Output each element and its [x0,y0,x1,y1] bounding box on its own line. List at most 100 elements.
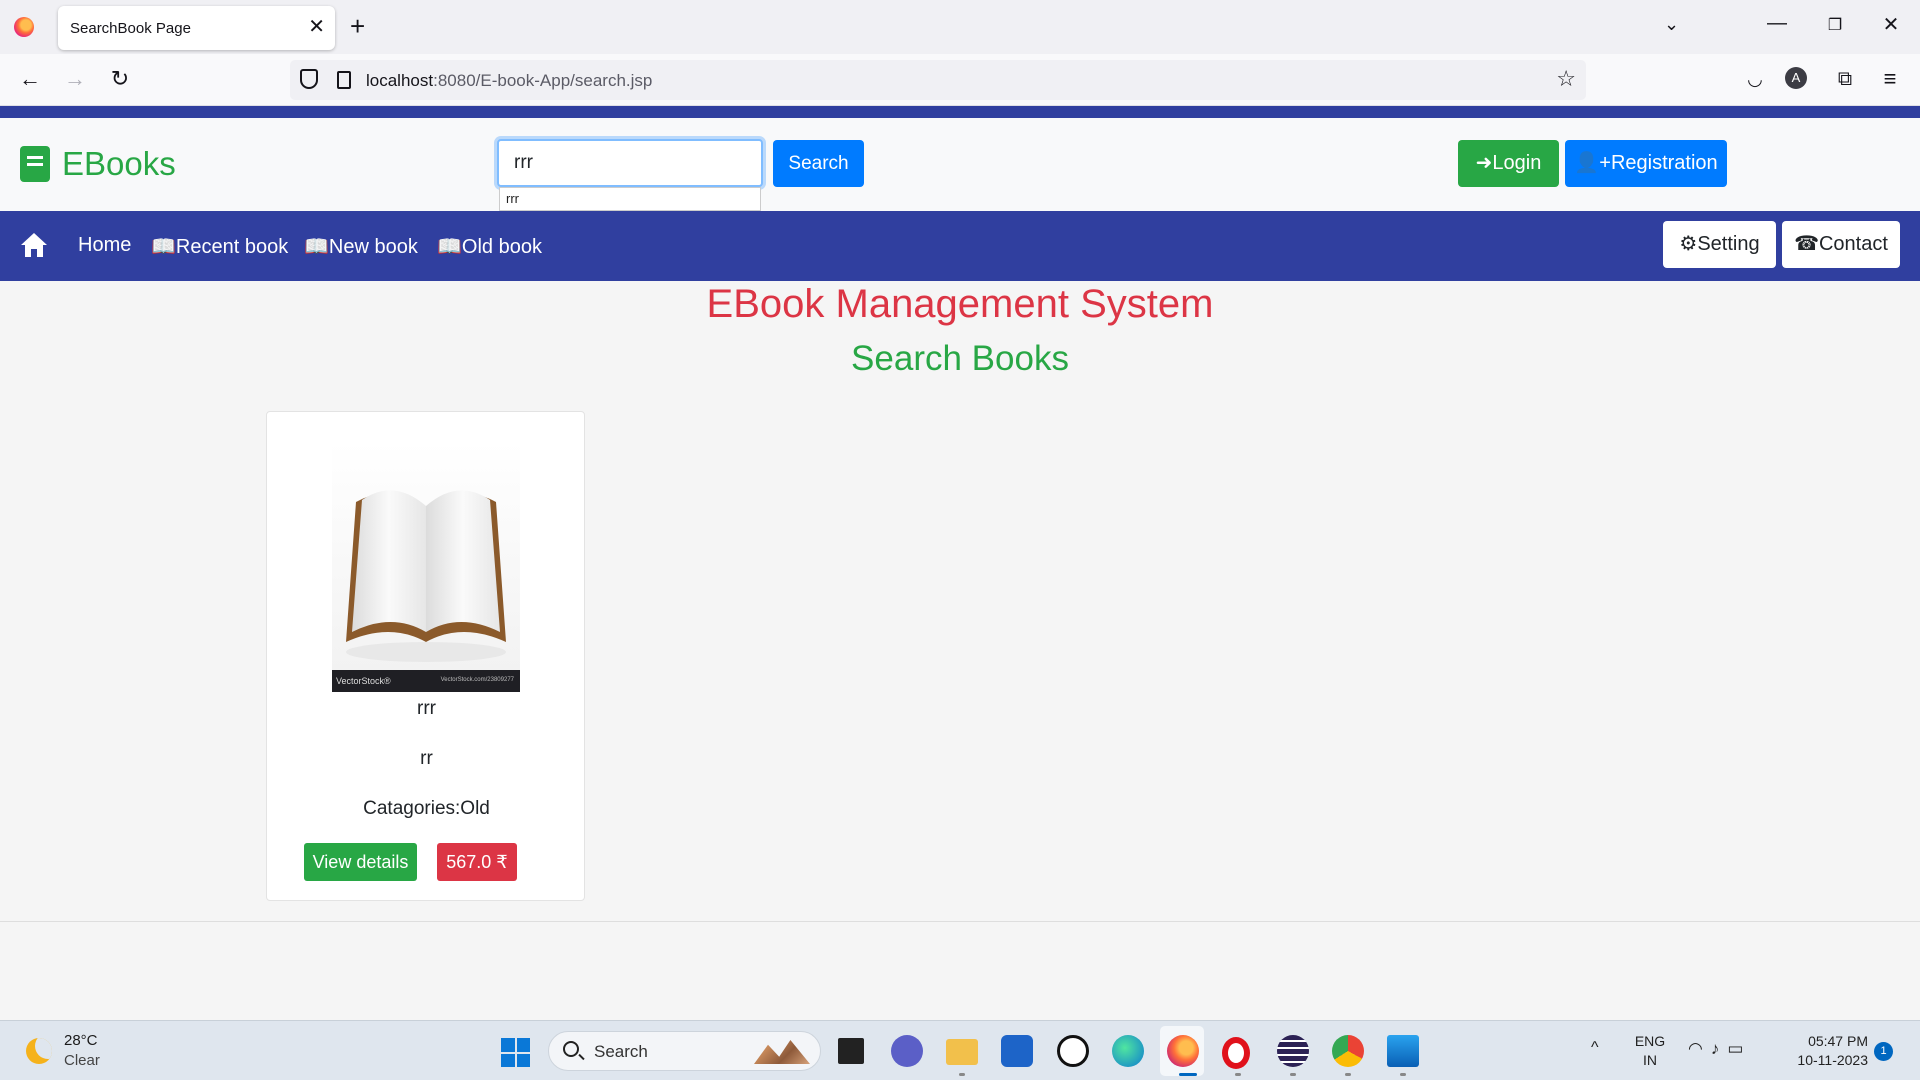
app-active-indicator [1179,1073,1197,1076]
url-text[interactable]: localhost:8080/E-book-App/search.jsp [366,71,652,91]
top-color-strip [0,106,1920,118]
view-details-button[interactable]: View details [304,843,417,881]
contact-button[interactable]: ☎Contact [1782,221,1900,268]
bookmark-star-icon[interactable]: ☆ [1556,66,1576,92]
tracking-shield-icon[interactable] [300,69,318,89]
wifi-icon: ◠ [1688,1039,1711,1058]
notification-badge[interactable]: 1 [1874,1042,1893,1061]
search-button[interactable]: Search [773,140,864,187]
browser-toolbar: ← → ↻ localhost:8080/E-book-App/search.j… [0,54,1920,106]
registration-button[interactable]: 👤+Registration [1565,140,1727,187]
extensions-icon[interactable]: ⧉ [1830,66,1860,92]
browser-tab-strip: SearchBook Page ✕ + ⌄ — ❐ ✕ [0,0,1920,54]
nav-home[interactable]: Home [78,234,131,257]
cover-watermark-band: VectorStock® VectorStock.com/23809277 [332,670,520,692]
book-category: Catagories:Old [363,798,490,819]
account-avatar-icon[interactable]: A [1785,67,1807,89]
browser-tab[interactable]: SearchBook Page ✕ [58,6,335,50]
open-book-icon: 📖 [437,236,462,258]
open-book-icon: 📖 [151,236,176,258]
phone-square-icon: ☎ [1794,233,1819,255]
minimize-icon[interactable]: — [1762,12,1792,35]
tab-list-chevron-icon[interactable]: ⌄ [1664,14,1679,35]
book-icon [20,146,50,182]
dell-icon[interactable] [1057,1035,1089,1067]
language-indicator[interactable]: ENG IN [1633,1032,1667,1070]
opera-icon[interactable] [1222,1037,1250,1069]
registration-label: Registration [1610,152,1718,174]
nav-recent-book[interactable]: 📖Recent book [151,234,288,259]
book-name: rrr [417,698,436,719]
restore-icon[interactable]: ❐ [1820,15,1850,35]
nav-new-book[interactable]: 📖New book [304,234,418,259]
page-content: EBooks rrr rrr Search ➜Login 👤+Registrat… [0,106,1920,1020]
forward-icon[interactable]: → [60,66,90,92]
chat-icon[interactable] [891,1035,923,1067]
search-icon [563,1041,579,1057]
book-author: rr [420,748,433,769]
reload-icon[interactable]: ↻ [105,66,135,92]
sign-in-icon: ➜ [1475,152,1493,174]
pocket-icon[interactable]: ◡ [1740,66,1770,92]
microsoft-store-icon[interactable] [1001,1035,1033,1067]
brand-name: EBooks [62,145,176,182]
edge-icon[interactable] [1112,1035,1144,1067]
app-running-indicator [1400,1073,1406,1076]
nav-old-book[interactable]: 📖Old book [437,234,542,259]
windows-start-icon[interactable] [501,1038,530,1067]
close-window-icon[interactable]: ✕ [1876,12,1906,37]
task-view-icon[interactable] [838,1038,864,1064]
page-info-icon[interactable] [337,71,351,89]
taskbar-search[interactable]: Search [548,1031,821,1071]
tray-status-icons[interactable]: ◠♪▭ [1688,1039,1751,1059]
show-hidden-icons-chevron-icon[interactable]: ^ [1591,1039,1599,1057]
gear-icon: ⚙ [1679,233,1698,255]
price-button[interactable]: 567.0 ₹ [437,843,517,881]
book-card: VectorStock® VectorStock.com/23809277 rr… [266,411,585,901]
user-plus-icon: 👤+ [1574,152,1611,174]
moon-weather-icon[interactable] [26,1038,52,1064]
rupee-icon: ₹ [496,852,508,872]
login-label: Login [1492,152,1542,174]
cover-watermark: VectorStock® [336,676,391,686]
clock[interactable]: 05:47 PM 10-11-2023 [1778,1032,1868,1070]
volume-icon: ♪ [1710,1039,1728,1058]
book-cover-image: VectorStock® VectorStock.com/23809277 [332,442,520,692]
login-button[interactable]: ➜Login [1458,140,1559,187]
page-title: EBook Management System [706,282,1214,326]
app-running-indicator [1235,1073,1241,1076]
search-input[interactable]: rrr [497,139,763,187]
back-icon[interactable]: ← [15,66,45,92]
new-tab-icon[interactable]: + [350,12,365,40]
windows-taskbar: 28°C Clear Search ^ ENG IN ◠♪▭ 05:47 PM 10… [0,1020,1920,1080]
file-explorer-icon[interactable] [946,1039,978,1065]
page-divider [0,921,1920,922]
price-value: 567.0 [446,852,492,872]
app-running-indicator [1345,1073,1351,1076]
chrome-icon[interactable] [1332,1035,1364,1067]
setting-button[interactable]: ⚙Setting [1663,221,1776,268]
main-navigation: Home 📖Recent book 📖New book 📖Old book ⚙S… [0,211,1920,281]
battery-icon: ▭ [1727,1039,1752,1058]
weather-condition[interactable]: Clear [64,1052,100,1069]
brand-logo[interactable]: EBooks [20,145,176,183]
menu-icon[interactable]: ≡ [1875,66,1905,92]
open-book-icon: 📖 [304,236,329,258]
firefox-taskbar-icon[interactable] [1167,1035,1199,1067]
weather-temperature[interactable]: 28°C [64,1032,98,1049]
tab-title: SearchBook Page [70,20,191,37]
address-bar[interactable]: localhost:8080/E-book-App/search.jsp ☆ [290,60,1586,100]
app-running-indicator [959,1073,965,1076]
eclipse-icon[interactable] [1277,1035,1309,1067]
photos-icon[interactable] [1387,1035,1419,1067]
tab-close-icon[interactable]: ✕ [308,15,325,39]
taskbar-search-label: Search [594,1042,648,1061]
app-running-indicator [1290,1073,1296,1076]
search-highlight-image [754,1040,810,1064]
firefox-icon[interactable] [14,17,34,37]
autocomplete-suggestion[interactable]: rrr [499,187,761,211]
open-book-illustration [346,490,506,662]
cover-code: VectorStock.com/23809277 [440,677,514,683]
page-subtitle: Search Books [851,339,1069,378]
home-icon[interactable] [20,232,48,258]
